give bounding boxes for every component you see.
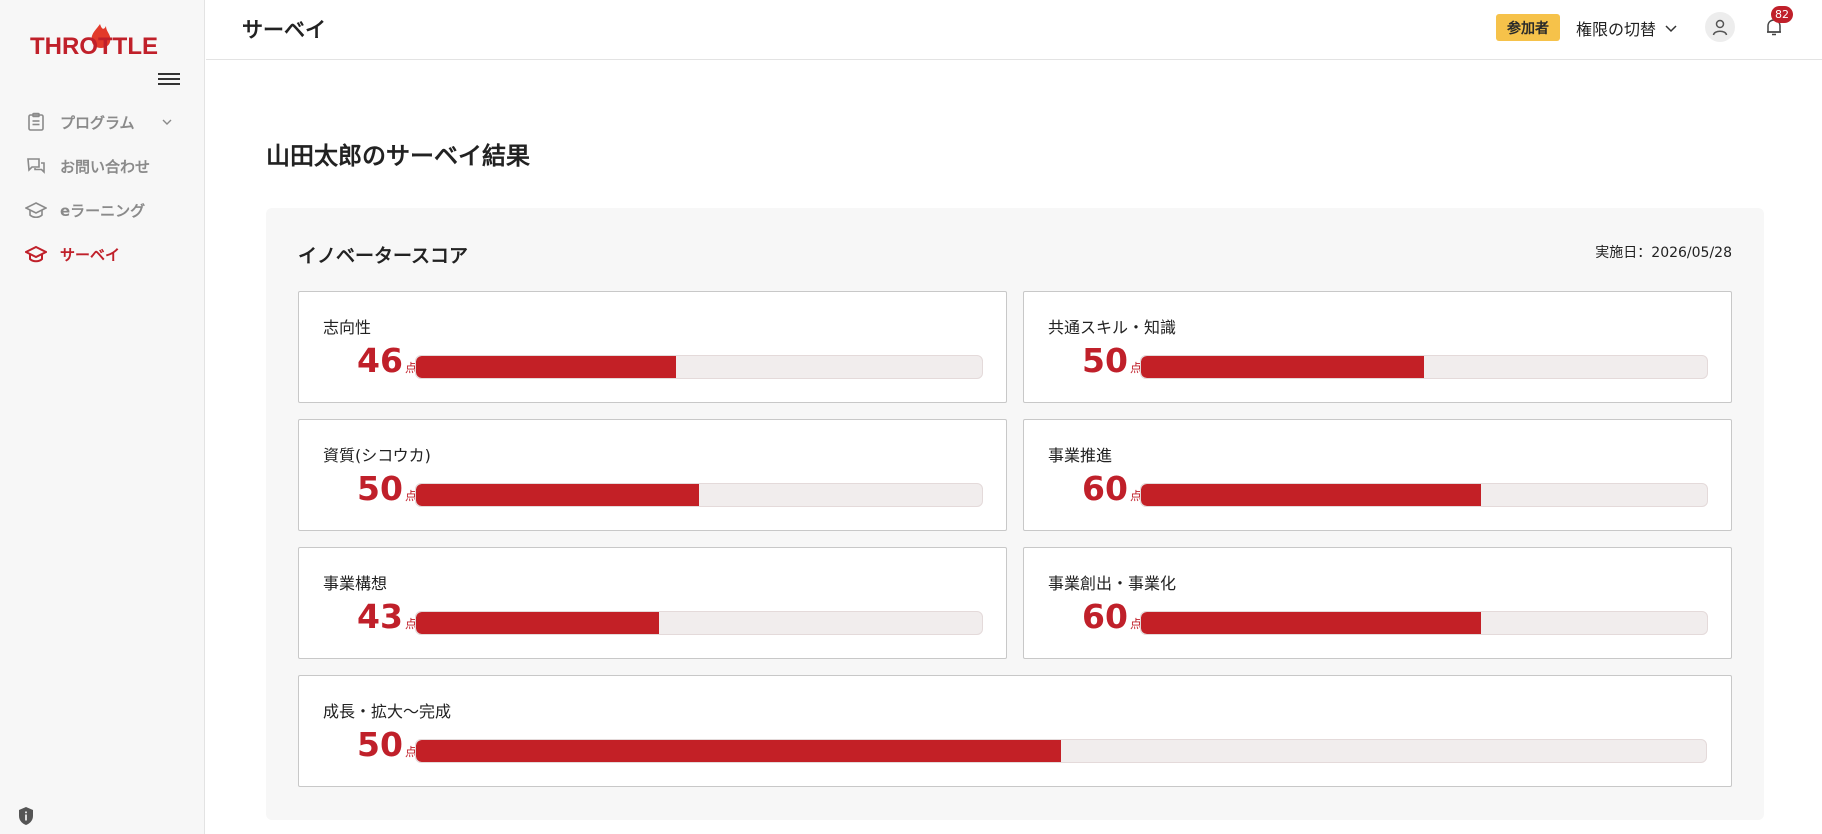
- score-bar-track: [415, 355, 983, 379]
- score-number: 46: [357, 341, 403, 380]
- score-value: 43 点: [323, 600, 423, 633]
- score-card: 共通スキル・知識 50 点: [1023, 291, 1732, 403]
- sidebar-item-label: eラーニング: [60, 201, 146, 220]
- sidebar-item-program[interactable]: プログラム: [0, 100, 205, 144]
- graduation-cap-icon: [25, 243, 47, 265]
- score-label: 志向性: [323, 318, 372, 337]
- panel-title: イノベータースコア: [298, 245, 469, 267]
- score-number: 50: [357, 469, 403, 508]
- score-bar-fill: [1141, 612, 1481, 634]
- score-card: 成長・拡大〜完成 50 点: [298, 675, 1732, 787]
- score-label: 事業創出・事業化: [1048, 574, 1177, 593]
- sidebar-item-label: プログラム: [60, 113, 135, 132]
- sidebar-nav: プログラム お問い合わせ eラーニング サーベイ: [0, 100, 205, 276]
- score-bar-track: [1140, 611, 1708, 635]
- notification-count-badge: 82: [1771, 6, 1793, 23]
- score-number: 50: [1082, 341, 1128, 380]
- score-number: 43: [357, 597, 403, 636]
- score-bar-fill: [1141, 356, 1424, 378]
- score-label: 資質(シコウカ): [323, 446, 431, 465]
- score-bar-track: [1140, 355, 1708, 379]
- role-switch-dropdown[interactable]: 権限の切替: [1576, 14, 1678, 41]
- chat-bubbles-icon: [25, 155, 47, 177]
- menu-toggle-icon[interactable]: [158, 70, 180, 88]
- clipboard-icon: [25, 111, 47, 133]
- throttle-logo[interactable]: THROTTLE: [30, 18, 175, 58]
- sidebar-item-label: お問い合わせ: [60, 157, 151, 176]
- score-bar-fill: [416, 740, 1061, 762]
- score-value: 50 点: [1048, 344, 1148, 377]
- score-bar-track: [415, 611, 983, 635]
- score-label: 事業推進: [1048, 446, 1113, 465]
- result-title: 山田太郎のサーベイ結果: [266, 142, 530, 170]
- sidebar-item-elearning[interactable]: eラーニング: [0, 188, 205, 232]
- score-bar-fill: [416, 612, 660, 634]
- score-bar-fill: [416, 356, 677, 378]
- sidebar: THROTTLE プログラム お問い合わせ eラーニング サーベイ: [0, 0, 205, 834]
- score-card: 事業構想 43 点: [298, 547, 1007, 659]
- score-card: 事業推進 60 点: [1023, 419, 1732, 531]
- survey-date: 実施日：2026/05/28: [1595, 245, 1732, 261]
- score-value: 50 点: [323, 728, 423, 761]
- sidebar-item-contact[interactable]: お問い合わせ: [0, 144, 205, 188]
- score-label: 事業構想: [323, 574, 388, 593]
- score-label: 成長・拡大〜完成: [323, 702, 452, 721]
- score-number: 50: [357, 725, 403, 764]
- score-number: 60: [1082, 597, 1128, 636]
- shield-info-icon[interactable]: [17, 806, 35, 826]
- score-value: 60 点: [1048, 472, 1148, 505]
- chevron-down-icon: [1665, 24, 1677, 32]
- page-title: サーベイ: [242, 18, 326, 42]
- score-value: 60 点: [1048, 600, 1148, 633]
- score-number: 60: [1082, 469, 1128, 508]
- score-card: 資質(シコウカ) 50 点: [298, 419, 1007, 531]
- score-card: 志向性 46 点: [298, 291, 1007, 403]
- logo-text: THROTTLE: [30, 33, 158, 58]
- sidebar-item-survey[interactable]: サーベイ: [0, 232, 205, 276]
- sidebar-item-label: サーベイ: [60, 245, 121, 264]
- user-avatar-button[interactable]: [1705, 12, 1735, 42]
- top-header: サーベイ 参加者 権限の切替 82: [206, 0, 1822, 60]
- score-bar-track: [1140, 483, 1708, 507]
- innovator-score-panel: イノベータースコア 実施日：2026/05/28 志向性 46 点 共通スキル・知…: [266, 208, 1764, 820]
- score-value: 46 点: [323, 344, 423, 377]
- score-card: 事業創出・事業化 60 点: [1023, 547, 1732, 659]
- score-label: 共通スキル・知識: [1048, 318, 1177, 337]
- chevron-down-icon[interactable]: [161, 114, 173, 132]
- user-icon: [1712, 19, 1728, 36]
- role-badge: 参加者: [1496, 14, 1560, 41]
- score-bar-track: [415, 483, 983, 507]
- role-switch-label: 権限の切替: [1576, 19, 1657, 39]
- graduation-cap-icon: [25, 199, 47, 221]
- score-bar-fill: [416, 484, 699, 506]
- score-value: 50 点: [323, 472, 423, 505]
- score-bar-fill: [1141, 484, 1481, 506]
- score-bar-track: [415, 739, 1707, 763]
